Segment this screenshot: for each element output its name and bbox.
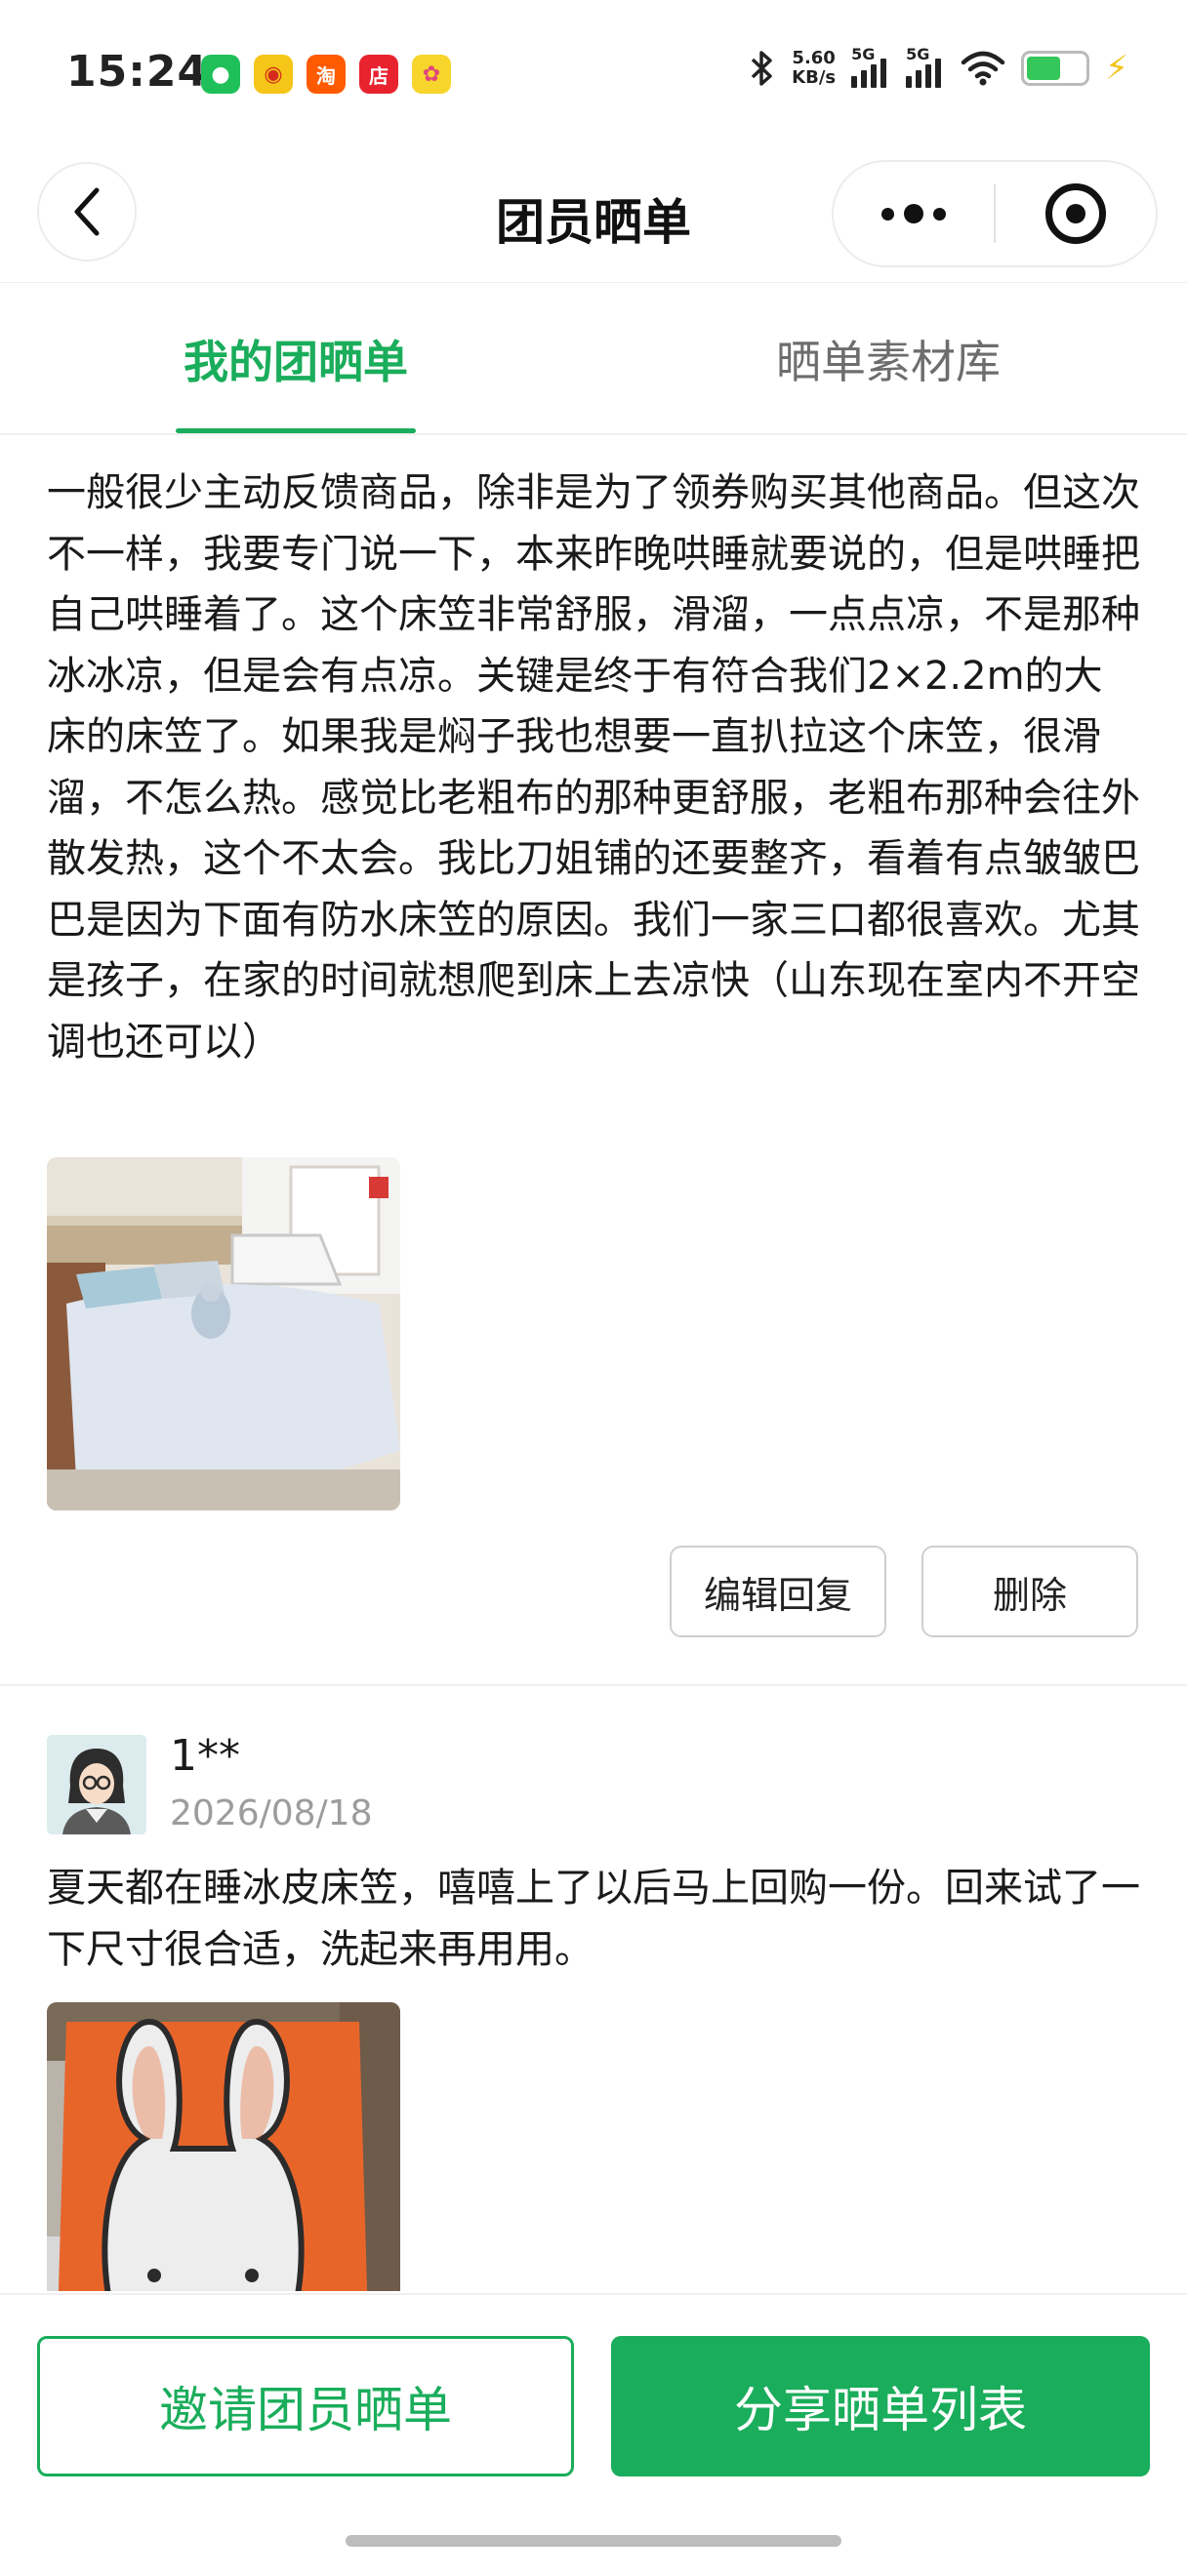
tab-label: 晒单素材库: [776, 336, 1001, 388]
battery-level: [1027, 57, 1060, 80]
active-tab-indicator: [176, 428, 416, 433]
taobao-icon: 淘: [307, 55, 346, 94]
close-mini-program-button[interactable]: [996, 162, 1156, 265]
share-review-list-button[interactable]: 分享晒单列表: [611, 2336, 1150, 2476]
bottom-action-bar: 邀请团员晒单 分享晒单列表: [0, 2293, 1187, 2576]
home-indicator[interactable]: [346, 2535, 841, 2547]
bluetooth-icon: [751, 51, 772, 86]
navigation-bar: 团员晒单: [0, 156, 1187, 283]
more-button[interactable]: [834, 162, 994, 265]
mini-program-capsule: [832, 160, 1158, 267]
weibo-icon: ◉: [254, 55, 293, 94]
wechat-icon: ●: [201, 55, 240, 94]
wifi-icon: [961, 51, 1005, 86]
system-status-icons: 5.60 KB/s 5G 5G ⚡: [747, 45, 1128, 88]
status-time: 15:24: [66, 47, 209, 97]
signal-type-label: 5G: [851, 45, 876, 63]
network-speed-value: 5.60: [792, 48, 836, 68]
review-text: 一般很少主动反馈商品，除非是为了领券购买其他商品。但这次不一样，我要专门说一下，…: [47, 470, 1140, 1065]
signal-strength-icon: 5G: [906, 45, 945, 88]
tab-label: 我的团晒单: [184, 336, 408, 388]
review-date: 2026/08/18: [170, 1793, 373, 1833]
more-dots-icon: [881, 204, 946, 223]
charging-bolt-icon: ⚡: [1105, 49, 1128, 88]
avatar[interactable]: [47, 1735, 146, 1834]
signal-strength-icon: 5G: [851, 45, 890, 88]
edit-reply-button[interactable]: 编辑回复: [670, 1546, 886, 1637]
invite-members-review-button[interactable]: 邀请团员晒单: [37, 2336, 574, 2476]
target-circle-icon: [1045, 183, 1106, 244]
notification-app-icons: ● ◉ 淘 店 ✿: [201, 55, 451, 94]
battery-icon: [1021, 51, 1090, 86]
tab-my-group-reviews[interactable]: 我的团晒单: [166, 285, 426, 433]
tab-bar: 我的团晒单 晒单素材库: [0, 285, 1187, 435]
network-speed-unit: KB/s: [792, 67, 837, 88]
status-bar: 15:24 ● ◉ 淘 店 ✿ 5.60 KB/s 5G 5G ⚡: [0, 0, 1187, 146]
user-name: 1**: [170, 1731, 240, 1781]
review-divider: [0, 1684, 1187, 1686]
tab-review-material-library[interactable]: 晒单素材库: [742, 285, 1035, 433]
signal-type-label: 5G: [906, 45, 930, 63]
delete-button[interactable]: 删除: [921, 1546, 1138, 1637]
network-speed: 5.60 KB/s: [792, 49, 836, 88]
review-text: 夏天都在睡冰皮床笠，嘻嘻上了以后马上回购一份。回来试了一下尺寸很合适，洗起来再用…: [47, 1866, 1140, 1972]
review-photo-bag[interactable]: [47, 2002, 400, 2291]
flower-app-icon: ✿: [412, 55, 451, 94]
review-photo-bed[interactable]: [47, 1157, 400, 1510]
store-icon: 店: [359, 55, 398, 94]
review-list[interactable]: 一般很少主动反馈商品，除非是为了领券购买其他商品。但这次不一样，我要专门说一下，…: [0, 437, 1187, 2291]
